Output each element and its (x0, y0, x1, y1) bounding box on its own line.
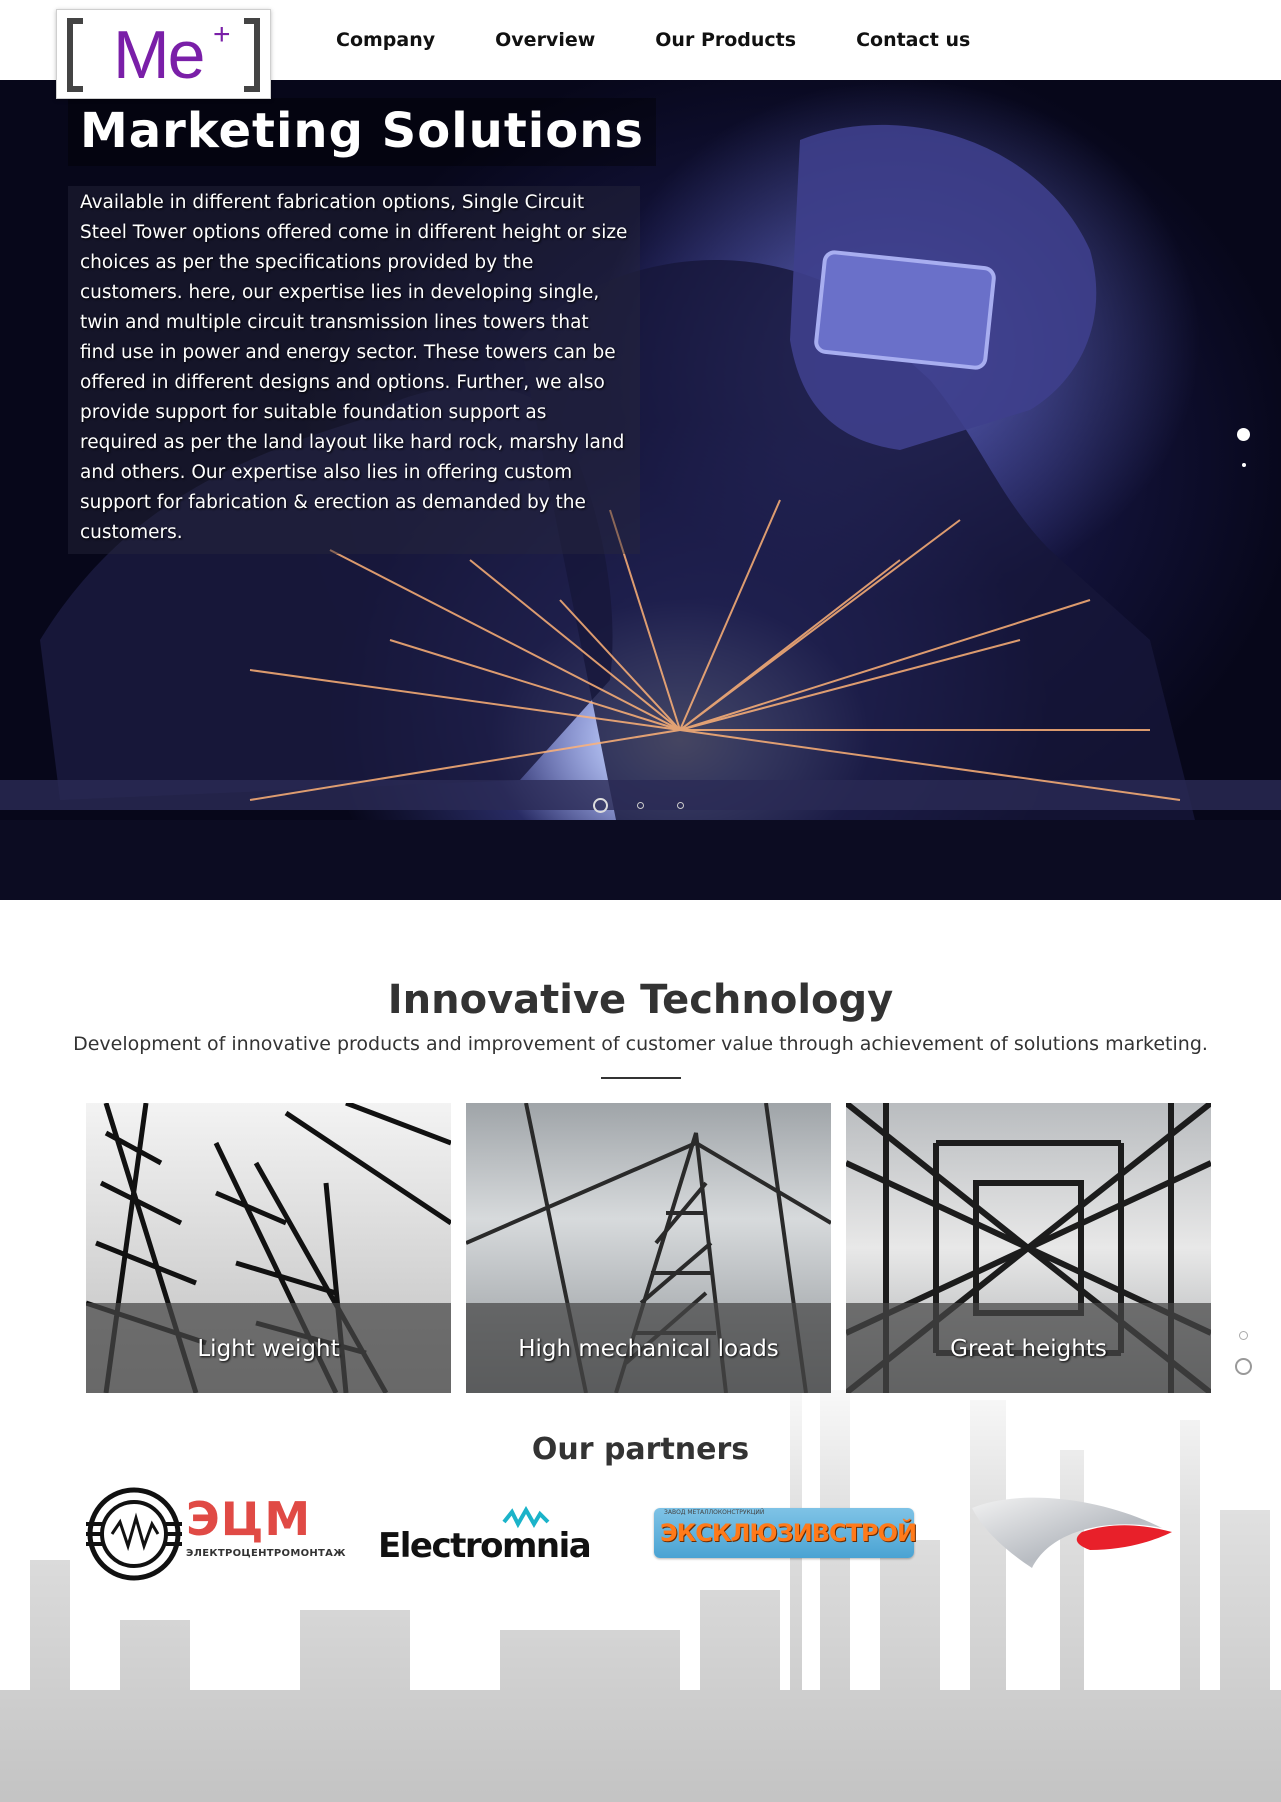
partner-logo-exclusivstroy[interactable]: ЗАВОД МЕТАЛЛОКОНСТРУКЦИЙ ЭКСКЛЮЗИВСТРОЙ (654, 1508, 917, 1558)
vertical-slide-dot-active[interactable] (1235, 1358, 1252, 1375)
card-caption: Great heights (846, 1303, 1211, 1393)
feature-card-high-mechanical-loads[interactable]: High mechanical loads (466, 1103, 831, 1393)
nav-company[interactable]: Company (336, 26, 435, 54)
vertical-slide-dot-active[interactable] (1237, 428, 1250, 441)
innovative-title: Innovative Technology (387, 977, 894, 1023)
ecm-emblem-icon (86, 1487, 182, 1581)
swoosh-logo-icon (972, 1497, 1172, 1568)
logo-text: Me (113, 17, 205, 93)
partner-name: ЭКСКЛЮЗИВСТРОЙ (660, 1519, 917, 1547)
card-caption: High mechanical loads (466, 1303, 831, 1393)
hero-description: Available in different fabrication optio… (68, 186, 640, 554)
nav-contact-us[interactable]: Contact us (856, 26, 970, 54)
slider-dot-active[interactable] (593, 798, 608, 813)
hero-slider: Marketing Solutions Available in differe… (0, 80, 1281, 900)
partner-logo-electromnia[interactable]: Electromnia (378, 1506, 620, 1572)
slider-dot[interactable] (677, 802, 684, 809)
card-caption: Light weight (86, 1303, 451, 1393)
logo-bracket-left (67, 18, 83, 92)
partner-logo-ecm[interactable]: ЭЦМ ЭЛЕКТРОЦЕНТРОМОНТАЖ (86, 1486, 346, 1582)
vertical-slide-dot[interactable] (1242, 463, 1246, 467)
main-nav: Company Overview Our Products Contact us (336, 26, 1030, 54)
hero-title: Marketing Solutions (68, 98, 656, 166)
feature-card-light-weight[interactable]: Light weight (86, 1103, 451, 1393)
logo-plus: + (213, 18, 231, 51)
feature-card-great-heights[interactable]: Great heights (846, 1103, 1211, 1393)
vertical-slide-dot[interactable] (1239, 1331, 1248, 1340)
partner-logo-swoosh[interactable] (962, 1488, 1176, 1576)
logo-bracket-right (244, 18, 260, 92)
partner-subtitle: ЭЛЕКТРОЦЕНТРОМОНТАЖ (186, 1548, 346, 1559)
partner-name: Electromnia (378, 1526, 592, 1566)
partners-title: Our partners (531, 1432, 750, 1467)
nav-overview[interactable]: Overview (495, 26, 595, 54)
section-divider (601, 1077, 681, 1079)
partner-tagline: ЗАВОД МЕТАЛЛОКОНСТРУКЦИЙ (664, 1509, 765, 1516)
slider-dot[interactable] (637, 802, 644, 809)
innovative-subtitle: Development of innovative products and i… (73, 1033, 1208, 1055)
feature-cards: Light weight High mechanical loads Great… (86, 1103, 1212, 1393)
partner-name: ЭЦМ (186, 1492, 312, 1546)
nav-our-products[interactable]: Our Products (655, 26, 796, 54)
site-logo[interactable]: Me + (56, 9, 271, 99)
